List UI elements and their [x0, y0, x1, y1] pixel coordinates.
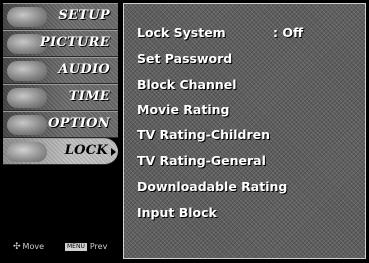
menu-item-label: Input Block: [137, 205, 217, 220]
nav-item-label: SETUP: [58, 8, 110, 23]
nav-item-time[interactable]: TIME: [3, 84, 118, 111]
move-hint-label: Move: [22, 242, 44, 251]
nav-item-label: LOCK: [64, 143, 108, 158]
setup-menu-icon: [7, 7, 47, 27]
option-menu-icon: [7, 115, 47, 135]
menu-item-input-block[interactable]: Input Block: [137, 205, 217, 225]
nav-item-label: TIME: [68, 89, 110, 104]
menu-item-movie-rating[interactable]: Movie Rating: [137, 102, 229, 122]
menu-item-set-password[interactable]: Set Password: [137, 51, 232, 71]
prev-hint: MENU Prev: [65, 242, 107, 251]
menu-item-tv-rating-general[interactable]: TV Rating-General: [137, 153, 266, 173]
nav-item-audio[interactable]: AUDIO: [3, 57, 118, 84]
nav-item-label: OPTION: [48, 116, 110, 131]
lock-menu-icon: [7, 142, 47, 162]
nav-item-picture[interactable]: PICTURE: [3, 30, 118, 57]
nav-item-label: PICTURE: [39, 35, 110, 50]
lock-system-value: : Off: [273, 25, 304, 40]
main-menu-nav: SETUP PICTURE AUDIO TIME OPTION LOCK ✣ Mo…: [3, 3, 118, 260]
tv-menu-screen: SETUP PICTURE AUDIO TIME OPTION LOCK ✣ Mo…: [0, 0, 369, 263]
menu-key-icon: MENU: [65, 243, 87, 251]
menu-item-label: Block Channel: [137, 77, 237, 92]
nav-item-lock[interactable]: LOCK: [3, 138, 118, 165]
menu-item-lock-system[interactable]: Lock System : Off: [137, 25, 303, 45]
menu-item-label: TV Rating-General: [137, 153, 266, 168]
audio-menu-icon: [7, 61, 47, 81]
menu-item-label: Downloadable Rating: [137, 179, 288, 194]
prev-hint-label: Prev: [89, 242, 108, 251]
menu-item-label: Lock System: [137, 25, 226, 40]
menu-item-label: TV Rating-Children: [137, 127, 271, 142]
nav-item-setup[interactable]: SETUP: [3, 3, 118, 30]
lock-menu-panel: Lock System : Off Set Password Block Cha…: [123, 3, 366, 259]
menu-item-block-channel[interactable]: Block Channel: [137, 77, 237, 97]
move-arrows-icon: ✣: [13, 242, 21, 252]
time-menu-icon: [7, 88, 47, 108]
menu-item-downloadable-rating[interactable]: Downloadable Rating: [137, 179, 287, 199]
menu-item-label: Set Password: [137, 51, 233, 66]
menu-item-tv-rating-children[interactable]: TV Rating-Children: [137, 127, 270, 147]
nav-item-option[interactable]: OPTION: [3, 111, 118, 138]
move-hint: ✣ Move: [13, 242, 44, 252]
nav-item-label: AUDIO: [58, 62, 110, 77]
menu-item-label: Movie Rating: [137, 102, 230, 117]
nav-footer-hints: ✣ Move MENU Prev: [3, 240, 118, 254]
